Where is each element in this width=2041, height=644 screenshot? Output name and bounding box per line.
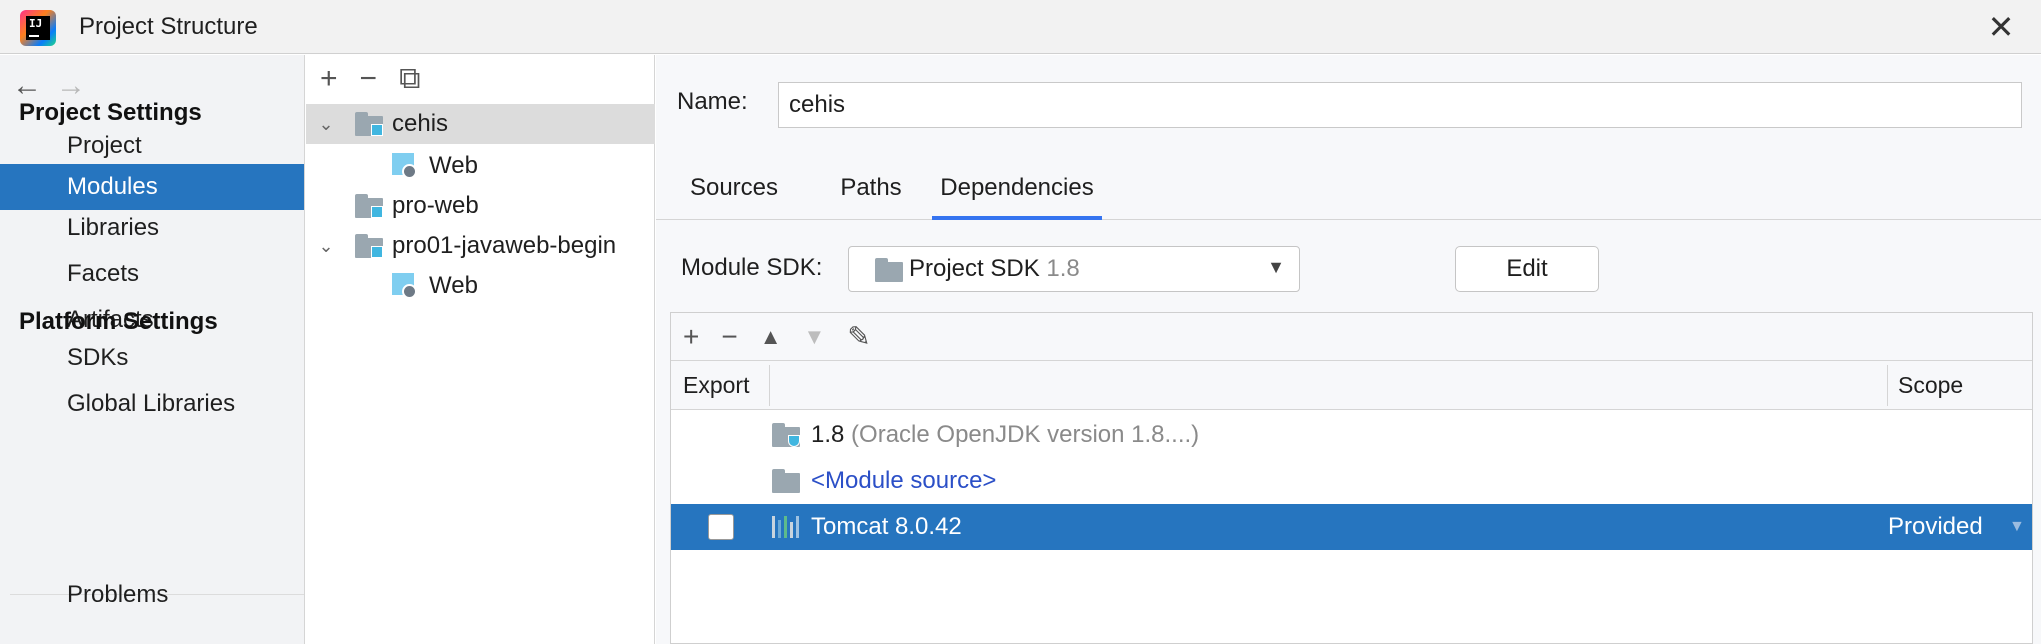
settings-sidebar: ← → Project Settings Project Modules Lib… — [0, 55, 305, 644]
tree-label: cehis — [392, 110, 449, 137]
window-title: Project Structure — [79, 13, 258, 40]
module-folder-icon — [355, 194, 385, 218]
export-column-header[interactable]: Export — [683, 361, 749, 410]
chevron-down-icon[interactable]: ▼ — [2009, 504, 2025, 550]
tree-label: Web — [429, 152, 478, 179]
tree-label: pro01-javaweb-begin — [392, 232, 617, 259]
dependency-detail: (Oracle OpenJDK version 1.8....) — [851, 421, 1200, 448]
close-icon[interactable]: ✕ — [1981, 7, 2021, 47]
tree-row-web[interactable]: Web — [306, 266, 655, 306]
sdk-version: 1.8 — [1046, 255, 1080, 282]
chevron-down-icon[interactable]: ⌄ — [316, 104, 336, 144]
module-folder-icon — [355, 234, 385, 258]
move-down-icon[interactable]: ▼ — [804, 324, 826, 350]
platform-settings-heading: Platform Settings — [19, 308, 218, 335]
nav-item-modules[interactable]: Modules — [0, 164, 304, 210]
web-facet-icon — [392, 153, 418, 179]
dependency-row-tomcat[interactable]: Tomcat 8.0.42 Provided ▼ — [671, 504, 2032, 550]
remove-icon[interactable]: − — [721, 321, 737, 353]
edit-pencil-icon[interactable]: ✎ — [847, 320, 870, 353]
tree-row-cehis[interactable]: ⌄ cehis — [306, 104, 655, 144]
dependency-name: 1.8 — [811, 421, 845, 448]
export-checkbox[interactable] — [708, 514, 734, 540]
library-icon — [772, 514, 800, 538]
module-detail-panel: Name: cehis Sources Paths Dependencies M… — [656, 55, 2041, 644]
tab-paths[interactable]: Paths — [826, 163, 916, 220]
forward-arrow-icon[interactable]: → — [56, 69, 86, 103]
nav-item-problems[interactable]: Problems — [0, 572, 304, 618]
module-sdk-select[interactable]: Project SDK 1.8 ▼ — [848, 246, 1300, 292]
add-icon[interactable]: + — [320, 62, 338, 96]
module-sdk-label: Module SDK: — [681, 254, 823, 281]
tree-label: Web — [429, 272, 478, 299]
nav-item-libraries[interactable]: Libraries — [0, 205, 304, 251]
edit-sdk-button[interactable]: Edit — [1455, 246, 1599, 292]
move-up-icon[interactable]: ▲ — [760, 324, 782, 350]
tree-toolbar: + − ⧉ — [306, 55, 655, 103]
chevron-down-icon[interactable]: ⌄ — [316, 226, 336, 266]
nav-item-global-libraries[interactable]: Global Libraries — [0, 381, 304, 427]
module-tree-panel: + − ⧉ ⌄ cehis Web pro-web ⌄ pro01-javawe… — [306, 55, 655, 644]
scope-column-header[interactable]: Scope — [1898, 361, 1963, 410]
copy-icon[interactable]: ⧉ — [399, 62, 420, 96]
module-folder-icon — [355, 112, 385, 136]
intellij-logo-icon: IJ — [20, 10, 56, 46]
source-folder-icon — [772, 469, 802, 493]
module-tabs: Sources Paths Dependencies — [656, 163, 2041, 220]
title-bar: IJ Project Structure ✕ — [0, 0, 2041, 54]
nav-item-sdks[interactable]: SDKs — [0, 335, 304, 381]
dependency-name: <Module source> — [811, 467, 997, 494]
dependencies-header: Export Scope — [671, 361, 2032, 410]
back-arrow-icon[interactable]: ← — [12, 69, 42, 103]
dependency-row-module-source[interactable]: <Module source> — [671, 458, 2032, 504]
dependencies-toolbar: + − ▲ ▼ ✎ — [671, 313, 2032, 361]
nav-arrows: ← → — [12, 69, 86, 103]
tab-dependencies[interactable]: Dependencies — [932, 163, 1102, 220]
tree-row-pro-web[interactable]: pro-web — [306, 186, 655, 226]
dependency-name: Tomcat 8.0.42 — [811, 513, 962, 540]
sdk-value: Project SDK — [909, 255, 1040, 282]
tree-label: pro-web — [392, 192, 479, 219]
jdk-folder-icon — [772, 423, 802, 447]
tree-row-pro01-javaweb-begin[interactable]: ⌄ pro01-javaweb-begin — [306, 226, 655, 266]
module-name-input[interactable]: cehis — [778, 82, 2022, 128]
tree-row-web[interactable]: Web — [306, 146, 655, 186]
nav-item-facets[interactable]: Facets — [0, 251, 304, 297]
web-facet-icon — [392, 273, 418, 299]
sdk-folder-icon — [875, 258, 905, 282]
dropdown-arrow-icon: ▼ — [1267, 257, 1285, 277]
add-icon[interactable]: + — [683, 321, 699, 353]
dependency-row-jdk[interactable]: 1.8 (Oracle OpenJDK version 1.8....) — [671, 412, 2032, 458]
tab-sources[interactable]: Sources — [679, 163, 789, 220]
name-label: Name: — [677, 88, 748, 115]
remove-icon[interactable]: − — [360, 62, 378, 96]
nav-item-project[interactable]: Project — [0, 123, 304, 169]
dependencies-table: + − ▲ ▼ ✎ Export Scope 1.8 (Oracle OpenJ… — [670, 312, 2033, 644]
scope-select[interactable]: Provided — [1888, 504, 1983, 550]
